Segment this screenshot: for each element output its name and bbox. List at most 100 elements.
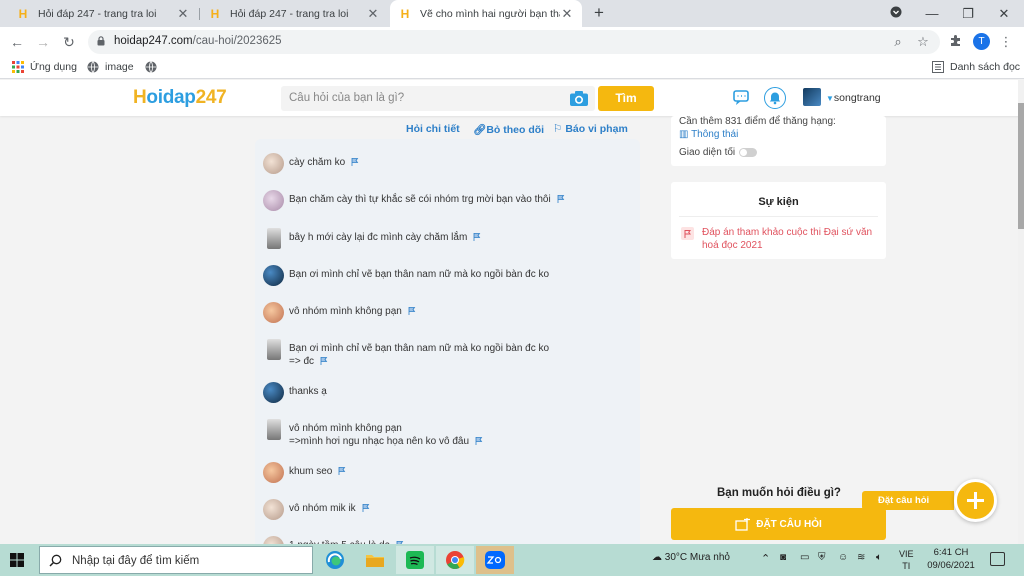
tab-title: Vẽ cho mình hai người bạn thân <box>420 7 560 20</box>
flag-icon[interactable] <box>473 233 481 242</box>
window-close-icon[interactable]: ✕ <box>986 0 1022 27</box>
bookmark-label: Ứng dụng <box>30 61 77 73</box>
ask-prompt: Bạn muốn hỏi điều gì? <box>717 487 841 499</box>
tab-search-icon[interactable] <box>878 0 914 27</box>
avatar[interactable] <box>267 419 281 440</box>
bookmark-star-icon[interactable]: ☆ <box>915 34 931 50</box>
address-bar[interactable]: hoidap247.com/cau-hoi/2023625 ⌕ ☆ <box>88 30 940 54</box>
user-avatar[interactable] <box>803 88 821 106</box>
menu-kebab-icon[interactable]: ⋮ <box>998 34 1014 50</box>
globe-icon <box>87 61 99 73</box>
close-icon[interactable]: ✕ <box>560 6 574 22</box>
people-tray-icon[interactable]: ☺︎ <box>838 552 848 563</box>
avatar[interactable] <box>263 499 284 520</box>
bookmark-apps[interactable]: Ứng dụng <box>12 61 77 73</box>
rank-link[interactable]: ▥ Thông thái <box>679 129 738 140</box>
badge-icon: ▥ <box>679 129 689 140</box>
flag-icon[interactable] <box>351 158 359 167</box>
user-menu[interactable]: ▼songtrang <box>826 92 881 104</box>
browser-toolbar: ← → ↻ hoidap247.com/cau-hoi/2023625 ⌕ ☆ … <box>0 27 1024 57</box>
ask-detail-link[interactable]: Hỏi chi tiết <box>406 123 460 135</box>
volume-mute-icon[interactable]: 🔈︎ <box>876 552 882 563</box>
fab-label[interactable]: Đặt câu hỏi <box>862 491 954 510</box>
back-arrow-icon[interactable]: ← <box>9 34 25 50</box>
monitor-tray-icon[interactable]: ▭ <box>800 552 809 563</box>
chrome-icon[interactable] <box>436 546 474 574</box>
security-tray-icon[interactable]: ⛨ <box>818 552 826 563</box>
profile-avatar[interactable]: T <box>973 33 990 50</box>
zoom-icon[interactable]: ⌕ <box>890 34 906 50</box>
site-header: Hoidap247 Câu hỏi của bạn là gì? Tìm ▼so… <box>0 80 1024 116</box>
globe-icon <box>145 61 157 73</box>
reading-list[interactable]: Danh sách đọc <box>932 61 1020 73</box>
avatar[interactable] <box>263 462 284 483</box>
avatar[interactable] <box>267 228 281 249</box>
new-tab-icon[interactable]: + <box>590 4 608 22</box>
avatar[interactable] <box>263 190 284 211</box>
flag-icon[interactable] <box>408 307 416 316</box>
avatar[interactable] <box>263 153 284 174</box>
search-placeholder: Câu hỏi của bạn là gì? <box>289 92 405 104</box>
close-icon[interactable]: ✕ <box>366 6 380 22</box>
close-icon[interactable]: ✕ <box>176 6 190 22</box>
zalo-tray-icon[interactable]: ◙ <box>780 552 786 563</box>
flag-icon[interactable] <box>557 195 565 204</box>
file-explorer-icon[interactable] <box>356 546 394 574</box>
avatar[interactable] <box>267 339 281 360</box>
url-text: hoidap247.com/cau-hoi/2023625 <box>114 35 282 47</box>
search-icon <box>49 554 62 567</box>
report-link[interactable]: ⚐ Báo vi phạm <box>553 123 628 135</box>
browser-tab-2[interactable]: H Hỏi đáp 247 - trang tra loi ✕ <box>200 0 388 27</box>
flag-icon[interactable] <box>475 437 483 446</box>
extensions-icon[interactable] <box>947 34 963 50</box>
taskbar-search-input[interactable]: Nhập tại đây để tìm kiếm <box>39 546 313 574</box>
avatar[interactable] <box>263 265 284 286</box>
bookmark-label: Danh sách đọc <box>950 61 1021 73</box>
forward-arrow-icon[interactable]: → <box>35 34 51 50</box>
search-input[interactable]: Câu hỏi của bạn là gì? <box>281 86 595 111</box>
dark-mode-toggle[interactable] <box>739 147 758 157</box>
spotify-icon[interactable] <box>396 546 434 574</box>
chevron-up-icon[interactable]: ⌃ <box>761 552 770 565</box>
hoidap-favicon-icon: H <box>18 6 28 21</box>
camera-icon[interactable] <box>569 90 589 107</box>
bookmark-globe[interactable] <box>145 61 163 73</box>
windows-start-icon[interactable] <box>10 553 24 567</box>
site-logo[interactable]: Hoidap247 <box>133 87 227 109</box>
page-scrollbar[interactable] <box>1018 80 1024 544</box>
wifi-icon[interactable]: ≋ <box>857 552 865 563</box>
flag-icon[interactable] <box>362 504 370 513</box>
link-icon: 🔗︎ <box>473 124 487 136</box>
bookmark-image[interactable]: image <box>87 61 134 73</box>
add-question-fab[interactable] <box>954 479 997 522</box>
notification-bell-icon[interactable] <box>764 87 786 109</box>
points-needed-text: Cần thêm 831 điểm để thăng hạng: <box>679 116 836 127</box>
reading-list-icon <box>932 61 944 73</box>
minimize-icon[interactable]: — <box>914 0 950 27</box>
flag-icon[interactable] <box>320 357 328 366</box>
tab-title: Hỏi đáp 247 - trang tra loi <box>230 7 349 20</box>
search-button[interactable]: Tìm <box>598 86 654 111</box>
chat-icon[interactable] <box>733 89 751 107</box>
avatar[interactable] <box>263 382 284 403</box>
browser-tab-1[interactable]: H Hỏi đáp 247 - trang tra loi ✕ <box>8 0 198 27</box>
tab-title: Hỏi đáp 247 - trang tra loi <box>38 7 157 20</box>
scrollbar-thumb[interactable] <box>1018 103 1024 229</box>
bookmark-label: image <box>105 61 134 73</box>
reload-icon[interactable]: ↻ <box>61 34 77 50</box>
avatar[interactable] <box>263 302 284 323</box>
zalo-icon[interactable] <box>476 546 514 574</box>
taskbar-search-placeholder: Nhập tại đây để tìm kiếm <box>72 555 200 567</box>
restore-icon[interactable]: ❐ <box>950 0 986 27</box>
flag-icon[interactable] <box>338 467 346 476</box>
weather-widget[interactable]: ☁︎ 30°C Mưa nhỏ <box>652 552 730 563</box>
notification-center-icon[interactable] <box>990 552 1005 566</box>
taskbar-clock[interactable]: 6:41 CH 09/06/2021 <box>920 546 982 572</box>
language-indicator[interactable]: VIE TI <box>899 548 914 572</box>
browser-tab-3-active[interactable]: H Vẽ cho mình hai người bạn thân ✕ <box>390 0 582 27</box>
event-link[interactable]: Đáp án tham khảo cuộc thi Đại sứ văn hoá… <box>702 226 878 252</box>
unfollow-link[interactable]: 🔗︎Bỏ theo dõi <box>473 123 544 136</box>
edge-icon[interactable] <box>316 546 354 574</box>
hoidap-favicon-icon: H <box>400 6 410 21</box>
ask-question-button[interactable]: ĐẶT CÂU HỎI <box>671 508 886 540</box>
